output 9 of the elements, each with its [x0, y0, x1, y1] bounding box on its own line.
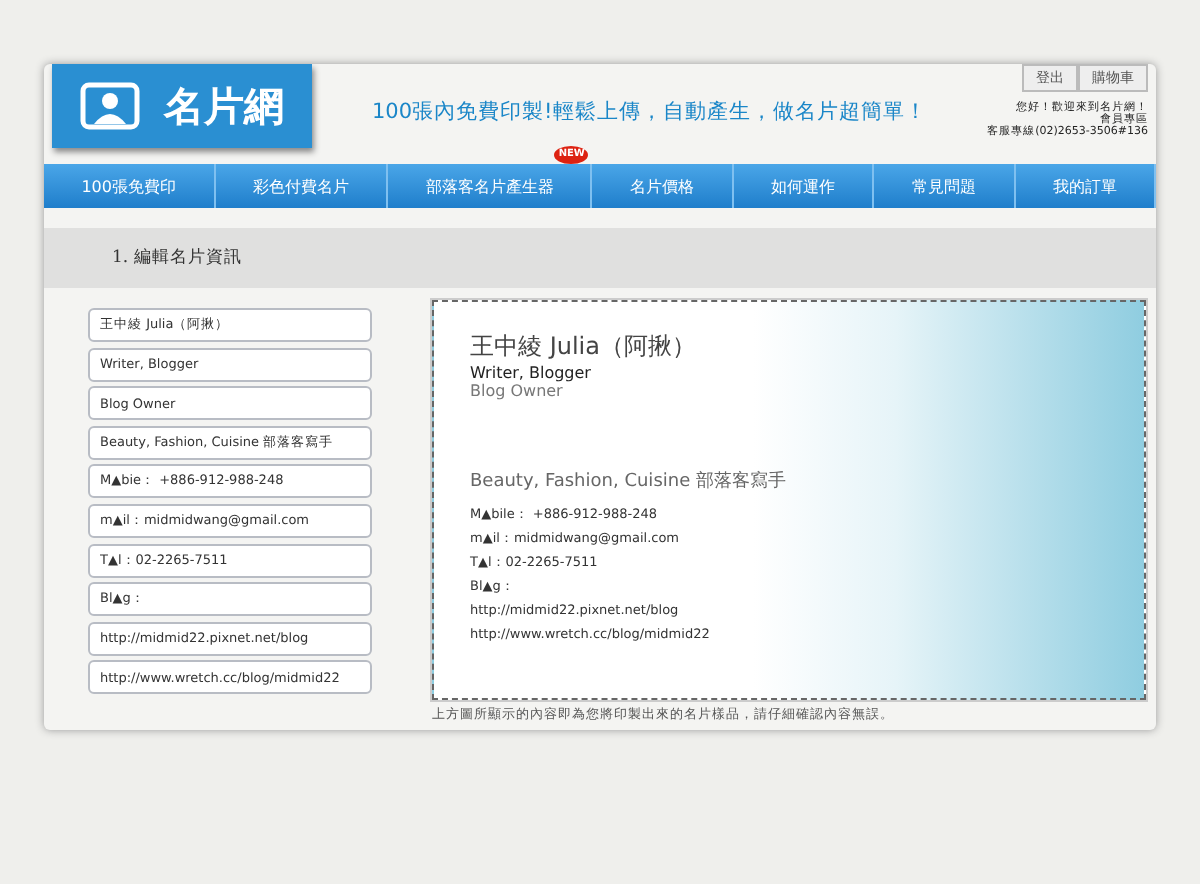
card-name: 王中綾 Julia（阿揪）	[470, 330, 696, 364]
logo-text: 名片網	[164, 79, 284, 133]
section-title: 1. 編輯名片資訊	[112, 246, 242, 270]
slogan: 100張內免費印製!輕鬆上傳，自動產生，做名片超簡單！	[372, 98, 927, 126]
card-title: Writer, Blogger	[470, 364, 591, 382]
card-subtitle: Blog Owner	[470, 382, 563, 400]
person-card-icon	[80, 82, 140, 130]
card-tagline: Beauty, Fashion, Cuisine 部落客寫手	[470, 469, 786, 494]
logo-banner[interactable]: 名片網	[52, 64, 312, 148]
